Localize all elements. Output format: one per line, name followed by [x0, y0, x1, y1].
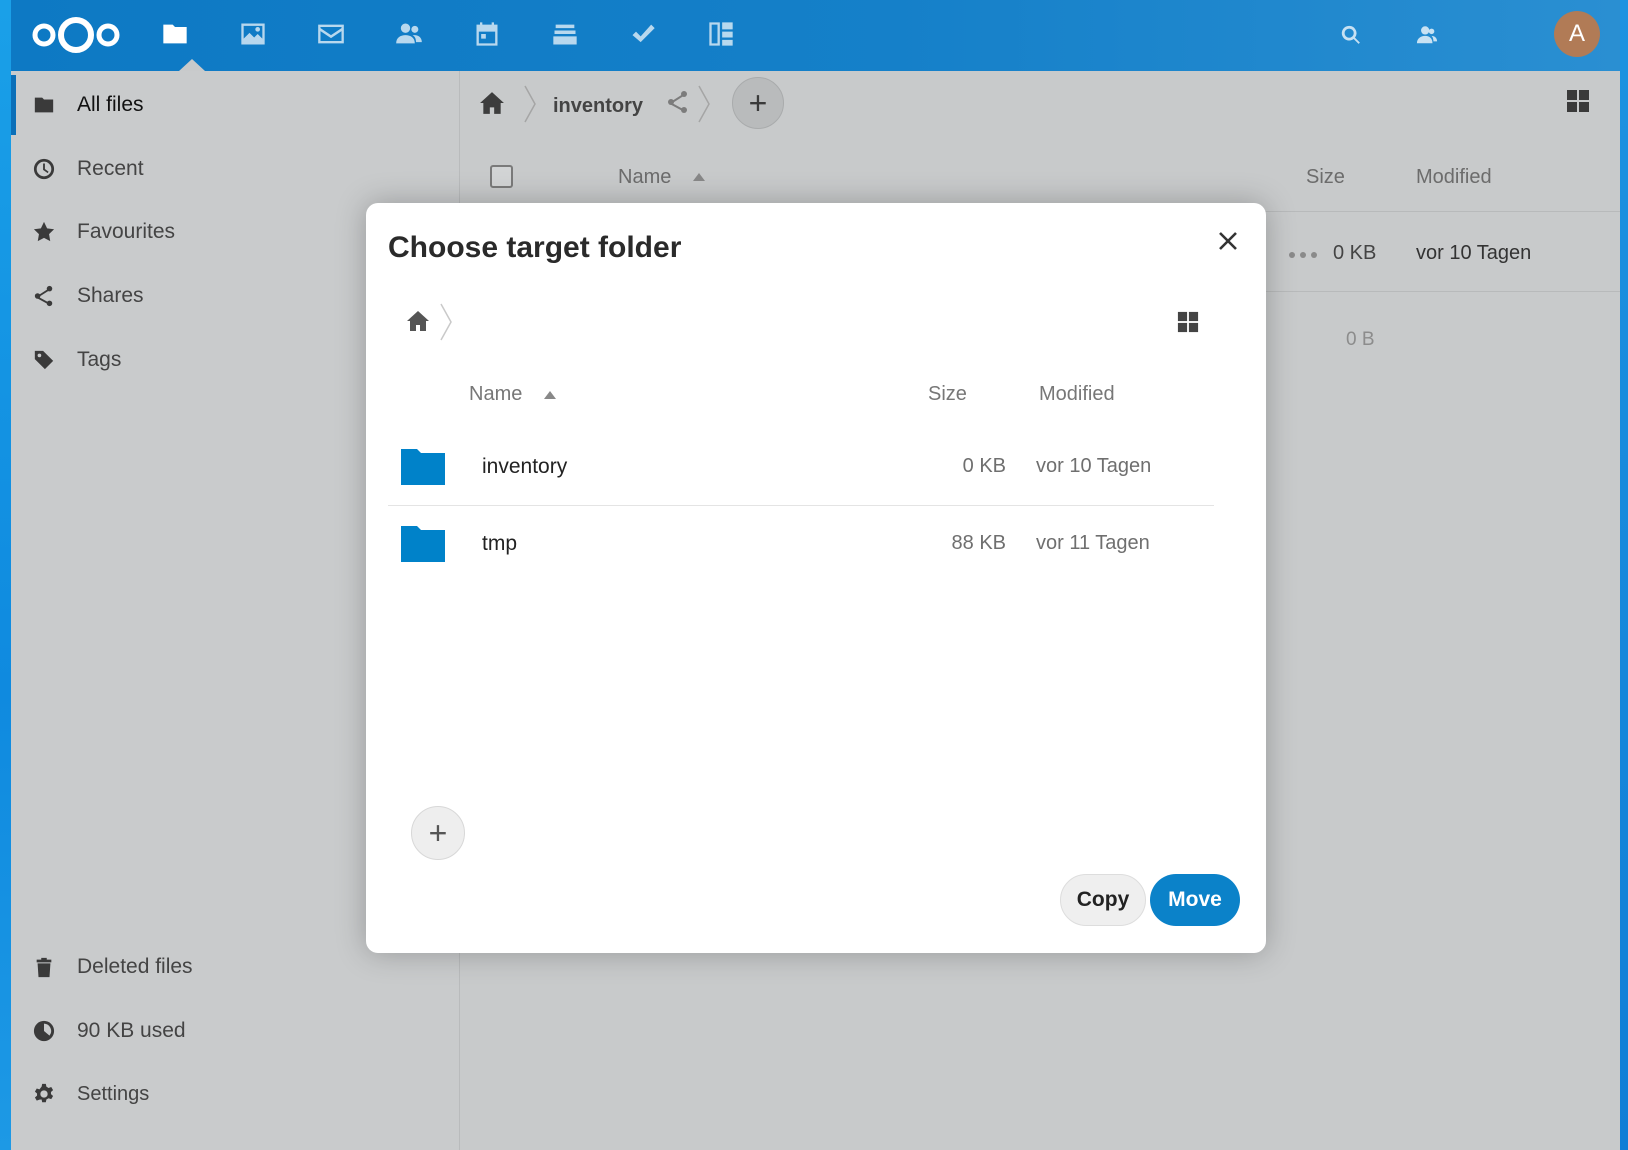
folder-icon: [401, 449, 445, 485]
mail-app-icon[interactable]: [311, 14, 351, 54]
search-icon[interactable]: [1333, 17, 1369, 53]
sort-ascending-icon: [693, 173, 705, 181]
dialog-title: Choose target folder: [388, 231, 682, 264]
folder-row-inventory[interactable]: inventory 0 KB vor 10 Tagen: [388, 431, 1214, 506]
grid-view-icon[interactable]: [1566, 89, 1590, 113]
row-modified: vor 10 Tagen: [1416, 242, 1532, 264]
tasks-app-icon[interactable]: [623, 14, 663, 54]
contacts-app-icon[interactable]: [389, 14, 429, 54]
user-avatar[interactable]: A: [1554, 11, 1600, 57]
folder-icon: [401, 526, 445, 562]
nav-shares-label: Shares: [77, 284, 144, 307]
new-button[interactable]: +: [732, 77, 784, 129]
summary-size: 0 B: [1346, 329, 1375, 350]
clock-icon: [31, 156, 57, 182]
nav-quota: 90 KB used: [11, 1001, 459, 1061]
gear-icon: [31, 1081, 57, 1107]
folder-name: inventory: [482, 455, 568, 478]
deck-app-icon[interactable]: [701, 14, 741, 54]
folder-row-tmp[interactable]: tmp 88 KB vor 11 Tagen: [388, 508, 1214, 583]
nav-favourites-label: Favourites: [77, 220, 176, 243]
share-icon[interactable]: [666, 90, 690, 114]
folder-icon: [31, 92, 57, 118]
folder-modified: vor 10 Tagen: [1036, 455, 1152, 477]
avatar-initial: A: [1568, 20, 1585, 47]
dialog-column-name[interactable]: Name: [469, 383, 522, 406]
trash-icon: [31, 954, 57, 980]
breadcrumb-separator: [440, 303, 452, 341]
dialog-column-size[interactable]: Size: [928, 383, 967, 406]
active-app-indicator: [179, 59, 205, 71]
nav-recent[interactable]: Recent: [11, 139, 459, 199]
move-button[interactable]: Move: [1150, 874, 1240, 926]
desktop-edge-left: [0, 0, 11, 1150]
new-folder-button[interactable]: +: [411, 806, 465, 860]
copy-button[interactable]: Copy: [1060, 874, 1146, 926]
choose-target-folder-dialog: Choose target folder Name Size Modified …: [366, 203, 1266, 953]
close-icon[interactable]: [1212, 225, 1244, 257]
share-icon: [31, 283, 57, 309]
breadcrumb-separator: [523, 84, 537, 124]
nav-recent-label: Recent: [77, 157, 144, 180]
nav-deleted-files-label: Deleted files: [77, 955, 193, 978]
nav-settings-label: Settings: [77, 1082, 150, 1105]
nav-all-files-label: All files: [77, 93, 144, 116]
calendar-app-icon[interactable]: [467, 14, 507, 54]
folder-size: 88 KB: [951, 532, 1006, 554]
quota-pie-icon: [31, 1018, 57, 1044]
folder-modified: vor 11 Tagen: [1036, 532, 1150, 554]
sort-ascending-icon: [544, 391, 556, 399]
column-name-header[interactable]: Name: [618, 166, 671, 189]
star-icon: [31, 219, 57, 245]
top-header: A: [11, 0, 1620, 71]
breadcrumb-home-icon[interactable]: [479, 90, 505, 121]
column-size-header[interactable]: Size: [1306, 166, 1345, 189]
nav-all-files[interactable]: All files: [11, 75, 459, 135]
notes-app-icon[interactable]: [545, 14, 585, 54]
dialog-home-icon[interactable]: [406, 309, 430, 333]
folder-size: 0 KB: [962, 455, 1006, 477]
quota-label: 90 KB used: [77, 1019, 186, 1042]
column-modified-header[interactable]: Modified: [1416, 166, 1492, 189]
dialog-grid-view-icon[interactable]: [1177, 311, 1199, 333]
files-app-icon[interactable]: [155, 14, 195, 54]
nextcloud-logo-icon[interactable]: [30, 14, 122, 56]
breadcrumb-separator: [697, 84, 711, 124]
nav-tags-label: Tags: [77, 348, 122, 371]
contacts-menu-icon[interactable]: [1409, 17, 1445, 53]
row-size: 0 KB: [1333, 242, 1377, 264]
dialog-column-modified[interactable]: Modified: [1039, 383, 1115, 406]
more-actions-icon[interactable]: [1288, 251, 1318, 259]
select-all-checkbox[interactable]: [490, 165, 513, 188]
folder-name: tmp: [482, 532, 518, 555]
desktop-edge-right: [1620, 0, 1628, 1150]
breadcrumb-folder[interactable]: inventory: [553, 95, 643, 118]
nav-settings[interactable]: Settings: [11, 1064, 459, 1124]
photos-app-icon[interactable]: [233, 14, 273, 54]
tag-icon: [31, 347, 57, 373]
